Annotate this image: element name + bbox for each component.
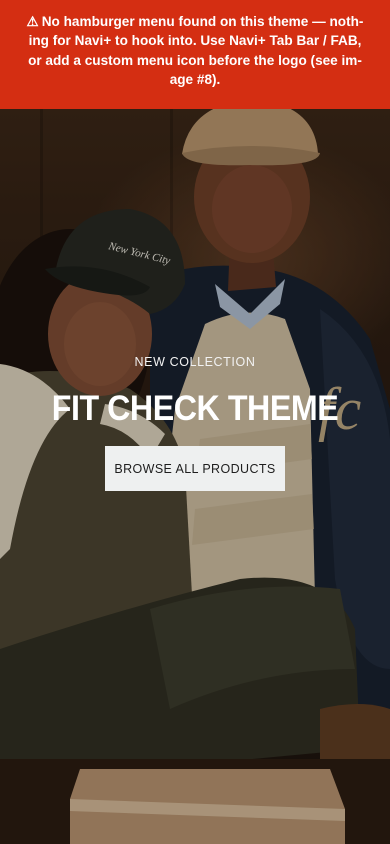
hero-title: FIT CHECK THEME	[51, 389, 339, 428]
warning-text-line-1: No hamburger menu found on this theme — …	[41, 14, 364, 29]
warning-icon: ⚠	[26, 14, 39, 29]
hero-section: fc New York City NEW COLLECTION FIT CHEC…	[0, 109, 390, 844]
browse-all-products-button[interactable]: BROWSE ALL PRODUCTS	[105, 446, 285, 491]
mobile-screen: ⚠ No hamburger menu found on this theme —…	[0, 0, 390, 844]
warning-text-line-4: age #8).	[169, 72, 221, 88]
hero-eyebrow: NEW COLLECTION	[134, 355, 256, 369]
warning-text-line-3: or add a custom menu icon before the log…	[28, 52, 362, 68]
warning-line-1: ⚠ No hamburger menu found on this theme —…	[18, 12, 372, 31]
warning-banner: ⚠ No hamburger menu found on this theme —…	[0, 0, 390, 109]
warning-text-line-2: ing for Navi+ to hook into. Use Navi+ Ta…	[28, 33, 362, 49]
